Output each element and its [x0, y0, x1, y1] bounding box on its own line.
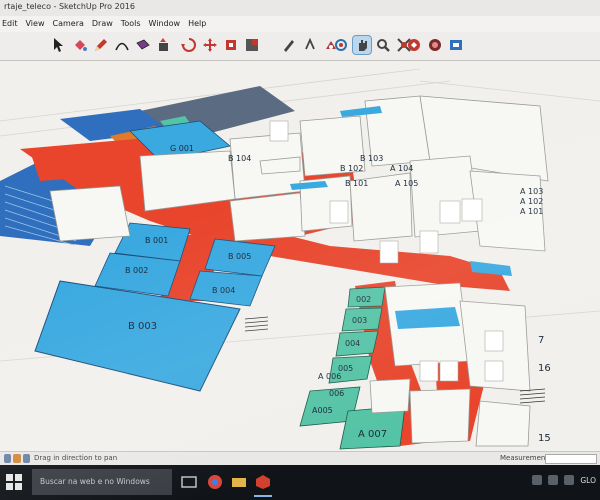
monitor-photo: rtaje_teleco - SketchUp Pro 2016 Edit Vi…	[0, 0, 600, 500]
menu-tools[interactable]: Tools	[121, 16, 141, 32]
task-view-icon[interactable]	[180, 473, 198, 491]
sketchup-taskbar-icon[interactable]	[254, 473, 272, 497]
system-tray: GLO	[532, 475, 596, 485]
menu-window[interactable]: Window	[149, 16, 181, 32]
label-a007: A 007	[358, 429, 387, 440]
label-003: 003	[352, 316, 367, 325]
chrome-icon[interactable]	[206, 473, 224, 491]
status-bar: Drag in direction to pan Measurements	[0, 451, 600, 466]
label-b104: B 104	[228, 154, 251, 163]
text-icon[interactable]	[301, 36, 319, 54]
label-005: 005	[338, 364, 353, 373]
move-icon[interactable]	[201, 36, 219, 54]
arc-icon[interactable]	[113, 36, 131, 54]
label-16: 16	[538, 363, 551, 374]
pan-icon[interactable]	[352, 35, 372, 55]
windows-taskbar: Buscar na web e no Windows GLO	[0, 465, 600, 500]
volume-icon	[548, 475, 559, 485]
label-a103: A 103	[520, 187, 543, 196]
label-002: 002	[356, 295, 371, 304]
file-explorer-icon[interactable]	[230, 473, 248, 491]
measurements-input[interactable]	[545, 454, 597, 464]
rotate-icon[interactable]	[180, 36, 198, 54]
windows-start-icon[interactable]	[6, 474, 22, 490]
menu-bar: Edit View Camera Draw Tools Window Help	[0, 16, 600, 32]
taskbar-search[interactable]: Buscar na web e no Windows	[32, 469, 172, 495]
rectangle-icon[interactable]	[134, 36, 152, 54]
menu-edit[interactable]: Edit	[2, 16, 18, 32]
label-b103: B 103	[360, 154, 383, 163]
label-b102: B 102	[340, 164, 363, 173]
label-b002: B 002	[125, 266, 148, 275]
label-15: 15	[538, 433, 551, 444]
paint-bucket-icon[interactable]	[71, 36, 89, 54]
push-pull-icon[interactable]	[155, 36, 173, 54]
label-a101: A 101	[520, 207, 543, 216]
extension-icon[interactable]	[426, 36, 444, 54]
label-006: 006	[329, 389, 344, 398]
label-b005: B 005	[228, 252, 251, 261]
label-b003: B 003	[128, 321, 157, 332]
offset-icon[interactable]	[222, 36, 240, 54]
tray-text: GLO	[580, 475, 596, 485]
label-a104: A 104	[390, 164, 413, 173]
select-icon[interactable]	[50, 36, 68, 54]
tape-measure-icon[interactable]	[280, 36, 298, 54]
label-7: 7	[538, 335, 544, 346]
label-a005: A005	[312, 406, 333, 415]
taskbar-search-placeholder: Buscar na web e no Windows	[40, 477, 150, 486]
model-viewport[interactable]: B 001 B 002 B 003 B 004 B 005 B 101 B 10…	[0, 61, 600, 451]
status-info-icon	[4, 454, 30, 464]
menu-help[interactable]: Help	[188, 16, 206, 32]
orbit-icon[interactable]	[332, 36, 350, 54]
window-titlebar: rtaje_teleco - SketchUp Pro 2016	[0, 0, 600, 17]
network-icon	[532, 475, 543, 485]
label-a102: A 102	[520, 197, 543, 206]
building-model: B 001 B 002 B 003 B 004 B 005 B 101 B 10…	[0, 68, 600, 450]
menu-camera[interactable]: Camera	[52, 16, 83, 32]
label-b001: B 001	[145, 236, 168, 245]
layout-icon[interactable]	[447, 36, 465, 54]
main-toolbar	[0, 32, 600, 61]
warehouse-icon[interactable]	[405, 36, 423, 54]
window-title: rtaje_teleco - SketchUp Pro 2016	[4, 2, 135, 11]
label-004: 004	[345, 339, 360, 348]
battery-icon	[564, 475, 575, 485]
zoom-icon[interactable]	[374, 36, 392, 54]
status-hint: Drag in direction to pan	[34, 454, 118, 462]
menu-view[interactable]: View	[26, 16, 45, 32]
measurements-label: Measurements	[500, 454, 552, 462]
label-a105: A 105	[395, 179, 418, 188]
label-b004: B 004	[212, 286, 235, 295]
scale-icon[interactable]	[243, 36, 261, 54]
pencil-icon[interactable]	[92, 36, 110, 54]
label-g001: G 001	[170, 144, 194, 153]
menu-draw[interactable]: Draw	[92, 16, 113, 32]
label-a006: A 006	[318, 372, 341, 381]
label-b101: B 101	[345, 179, 368, 188]
